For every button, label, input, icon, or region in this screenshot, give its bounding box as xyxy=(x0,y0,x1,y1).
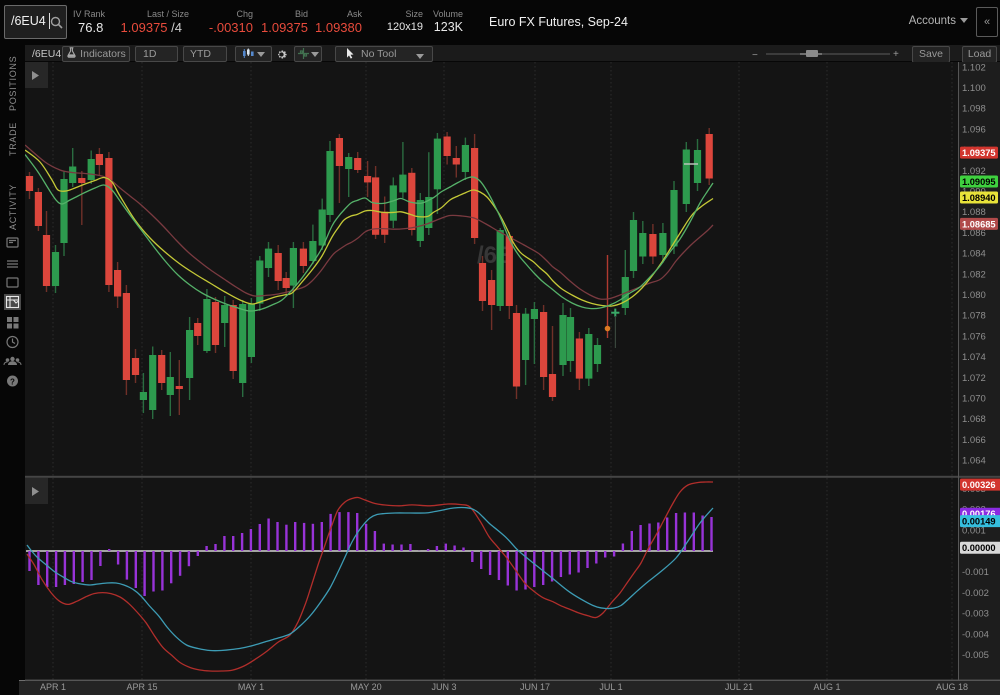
svg-text:0.00326: 0.00326 xyxy=(962,480,996,490)
svg-text:-0.003: -0.003 xyxy=(962,609,989,620)
svg-text:1.072: 1.072 xyxy=(962,373,986,384)
svg-text:1.084: 1.084 xyxy=(962,249,986,260)
svg-text:-0.005: -0.005 xyxy=(962,650,989,661)
svg-text:?: ? xyxy=(10,378,15,387)
svg-text:JUN 17: JUN 17 xyxy=(520,682,550,692)
svg-text:1.078: 1.078 xyxy=(962,311,986,322)
svg-text:JUL 1: JUL 1 xyxy=(599,682,622,692)
svg-text:0.00149: 0.00149 xyxy=(962,517,996,527)
svg-text:JUL 21: JUL 21 xyxy=(725,682,753,692)
svg-text:1.074: 1.074 xyxy=(962,352,986,363)
svg-text:AUG 18: AUG 18 xyxy=(936,682,968,692)
svg-text:1.088: 1.088 xyxy=(962,207,986,218)
svg-text:JUN 3: JUN 3 xyxy=(431,682,456,692)
svg-text:-0.002: -0.002 xyxy=(962,588,989,599)
svg-text:1.070: 1.070 xyxy=(962,394,986,405)
svg-text:1.068: 1.068 xyxy=(962,414,986,425)
svg-text:1.08685: 1.08685 xyxy=(962,219,996,229)
svg-text:1.092: 1.092 xyxy=(962,166,986,177)
svg-text:1.066: 1.066 xyxy=(962,435,986,446)
svg-text:1.100: 1.100 xyxy=(962,83,986,94)
svg-text:AUG 1: AUG 1 xyxy=(813,682,840,692)
svg-text:APR 15: APR 15 xyxy=(126,682,157,692)
svg-text:1.102: 1.102 xyxy=(962,62,986,73)
svg-text:1.09375: 1.09375 xyxy=(962,148,996,158)
svg-text:0.00000: 0.00000 xyxy=(962,543,996,553)
svg-text:1.08940: 1.08940 xyxy=(962,193,996,203)
svg-text:1.064: 1.064 xyxy=(962,456,986,467)
svg-text:APR 1: APR 1 xyxy=(40,682,66,692)
svg-text:1.082: 1.082 xyxy=(962,269,986,280)
svg-text:1.096: 1.096 xyxy=(962,124,986,135)
svg-text:1.098: 1.098 xyxy=(962,104,986,115)
svg-text:-0.004: -0.004 xyxy=(962,629,989,640)
svg-text:MAY 1: MAY 1 xyxy=(238,682,264,692)
svg-text:MAY 20: MAY 20 xyxy=(350,682,381,692)
svg-text:-0.001: -0.001 xyxy=(962,567,989,578)
svg-text:1.076: 1.076 xyxy=(962,331,986,342)
svg-text:1.09095: 1.09095 xyxy=(962,177,996,187)
svg-text:1.080: 1.080 xyxy=(962,290,986,301)
